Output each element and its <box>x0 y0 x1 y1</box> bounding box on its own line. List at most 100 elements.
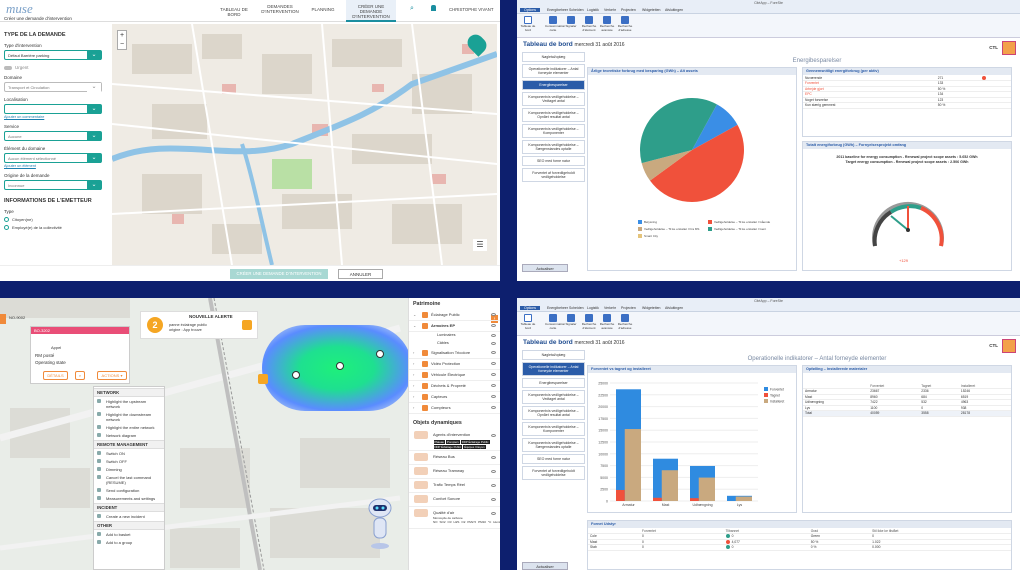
table-row[interactable]: Stab 0 0 0 % 0.000 <box>588 544 1011 551</box>
nav-requests[interactable]: DEMANDES D'INTERVENTION <box>260 4 300 14</box>
tab-options[interactable]: Options <box>520 306 541 310</box>
search-icon[interactable]: ⌕ <box>75 371 85 380</box>
tab-widgeteiten[interactable]: Widgeteiten <box>642 306 660 310</box>
cancel-button[interactable]: ANNULER <box>338 269 383 279</box>
muse-logo[interactable]: muse <box>6 2 66 17</box>
layer-item[interactable]: › Signalisation Tricolore <box>409 348 500 359</box>
menu-item[interactable]: Switch OFF <box>94 457 164 465</box>
bar-tagnet[interactable] <box>690 498 699 501</box>
chevron-down-icon[interactable]: ⌄ <box>87 83 101 92</box>
air-quality-tag[interactable]: O3 <box>448 520 452 524</box>
create-request-button[interactable]: CRÉER UNE DEMANDE D'INTERVENTION <box>230 269 328 279</box>
air-quality-tag[interactable]: PM10 <box>478 520 486 524</box>
tab-energy[interactable]: Energibeheer <box>547 8 568 12</box>
origin-select[interactable]: Inconnue ⌄ <box>4 180 102 190</box>
bar-installeret[interactable] <box>698 477 715 501</box>
layer-item[interactable]: ⌄ Armoires EP <box>409 321 500 332</box>
ribbon-search-advanced-button[interactable]: Recherche avancée <box>599 16 615 32</box>
collapse-tab-icon[interactable] <box>0 314 6 324</box>
dynamic-object-item[interactable]: Qualité d'air Monoxyde de carbone NO SO2 O3 H… <box>409 507 500 529</box>
locate-icon[interactable] <box>242 320 252 330</box>
sidebar-item[interactable]: Komponentvis vedligeholdelse – Komponent… <box>522 124 585 138</box>
street-map[interactable]: + − ☰ <box>112 24 497 265</box>
chevron-down-icon[interactable]: ⌄ <box>87 51 101 60</box>
chevron-right-icon[interactable]: › <box>413 394 414 399</box>
radio-icon[interactable] <box>4 225 9 230</box>
details-button[interactable]: DÉTAILS <box>43 371 68 380</box>
menu-item[interactable]: Dimming <box>94 465 164 473</box>
tab-projecten[interactable]: Projecten <box>621 8 636 12</box>
tab-logistik[interactable]: Logistik <box>587 306 599 310</box>
air-quality-tag[interactable]: °C <box>488 520 491 524</box>
agent-tag[interactable]: DDP Éclairage Public <box>433 445 463 449</box>
agent-tag[interactable]: DDP Éclairage Public <box>460 440 490 444</box>
service-select[interactable]: Aucune ⌄ <box>4 131 102 141</box>
tab-verkehr[interactable]: Verkehr <box>604 306 616 310</box>
air-quality-tag[interactable]: H2S <box>454 520 460 524</box>
add-comment-link[interactable]: Ajouter un commentaire <box>4 115 106 119</box>
air-quality-tag[interactable]: NO <box>433 520 438 524</box>
dynamic-object-item[interactable]: Confort Sonore <box>409 493 500 507</box>
eye-icon[interactable] <box>491 351 496 354</box>
menu-item[interactable]: Create a new incident <box>94 512 164 520</box>
bar-installeret[interactable] <box>624 429 641 501</box>
layer-item[interactable]: Luminaires <box>409 332 500 340</box>
sidebar-item[interactable]: Komponentvis vedligeholdelse – Vedtaget … <box>522 390 585 404</box>
chevron-down-icon[interactable]: ⌄ <box>87 105 101 114</box>
new-alert-popup[interactable]: 2 NOUVELLE ALERTE panne éclairage public… <box>140 311 258 339</box>
sidebar-item[interactable]: Komponentvis vedligeholdelse – Særgensta… <box>522 140 585 154</box>
layer-item[interactable]: Câbles <box>409 340 500 348</box>
domain-select[interactable]: Transport et Circulation ⌄ <box>4 82 102 92</box>
sidebar-item[interactable]: Komponentvis vedligeholdelse – Opnået re… <box>522 108 585 122</box>
eye-icon[interactable] <box>491 470 496 473</box>
ribbon-report-button[interactable]: Signaler <box>563 314 579 327</box>
dynamic-object-item[interactable]: Agents d'intervention Plateau Pompiers DDP … <box>409 429 500 451</box>
layers-icon[interactable]: ☰ <box>473 239 487 251</box>
layer-item[interactable]: › Véhicule Électrique <box>409 370 500 381</box>
ribbon-map-button[interactable]: Consommation carte <box>545 314 565 330</box>
chevron-right-icon[interactable]: › <box>413 405 414 410</box>
settings-icon[interactable] <box>1002 339 1016 353</box>
gis-map[interactable]: NO-9002 BO-3202 Appel RM posté Operating… <box>0 298 408 570</box>
chevron-right-icon[interactable]: › <box>413 361 414 366</box>
sidebar-item[interactable]: Forventet af forvedligeholdt vedligehold… <box>522 466 585 480</box>
layer-item[interactable]: › Déchets & Propreté <box>409 381 500 392</box>
assistant-robot-icon[interactable] <box>366 496 394 554</box>
menu-item[interactable]: Switch ON <box>94 449 164 457</box>
ribbon-search-address-button[interactable]: Recherche d'adresse <box>617 16 633 32</box>
bar-installeret[interactable] <box>661 470 678 501</box>
sidebar-item[interactable]: Nøgletal/oplæg <box>522 350 585 360</box>
sidebar-item[interactable]: Operationelle indikatorer – Antal forney… <box>522 64 585 78</box>
air-quality-tag[interactable]: Humidité <box>493 520 500 524</box>
radio-icon[interactable] <box>4 217 9 222</box>
ribbon-report-button[interactable]: Signaler <box>563 16 579 29</box>
intervention-type-select[interactable]: Défaut Barrière parking ⌄ <box>4 50 102 60</box>
update-button[interactable]: Actualiser <box>522 562 568 570</box>
menu-item[interactable]: Send configuration <box>94 486 164 494</box>
bell-icon[interactable] <box>431 5 436 11</box>
nav-create-request[interactable]: CRÉER UNE DEMANDE D'INTERVENTION <box>346 0 396 22</box>
urgent-toggle[interactable]: Urgent <box>4 65 106 70</box>
air-quality-tag[interactable]: O2 <box>461 520 465 524</box>
lamp-marker-icon[interactable] <box>336 362 344 370</box>
menu-item[interactable]: Cancel the last command (RESUME) <box>94 473 164 486</box>
chevron-right-icon[interactable]: › <box>413 383 414 388</box>
air-quality-tag[interactable]: PM2.5 <box>467 520 476 524</box>
tab-widgeteiten[interactable]: Widgeteiten <box>642 8 660 12</box>
asset-id-input[interactable]: NO-9002 <box>9 315 25 320</box>
sidebar-item[interactable]: SEO med forne natur <box>522 156 585 166</box>
eye-icon[interactable] <box>491 334 496 337</box>
eye-icon[interactable] <box>491 484 496 487</box>
menu-item[interactable]: Add to basket <box>94 530 164 538</box>
domain-element-select[interactable]: Aucun élément sélectionné ⌄ <box>4 153 102 163</box>
lamp-marker-icon[interactable] <box>376 350 384 358</box>
menu-item[interactable]: Highlight the downstream network <box>94 410 164 423</box>
settings-icon[interactable] <box>1002 41 1016 55</box>
eye-icon[interactable] <box>491 512 496 515</box>
layer-item[interactable]: ⌄ Éclairage Public <box>409 310 500 321</box>
location-input[interactable]: ⌄ <box>4 104 102 114</box>
ribbon-search-address-button[interactable]: Recherche d'adresse <box>617 314 633 330</box>
lamp-marker-icon[interactable] <box>292 371 300 379</box>
menu-item[interactable]: Measurements and settings <box>94 494 164 502</box>
nav-dashboard[interactable]: TABLEAU DE BORD <box>214 7 254 17</box>
